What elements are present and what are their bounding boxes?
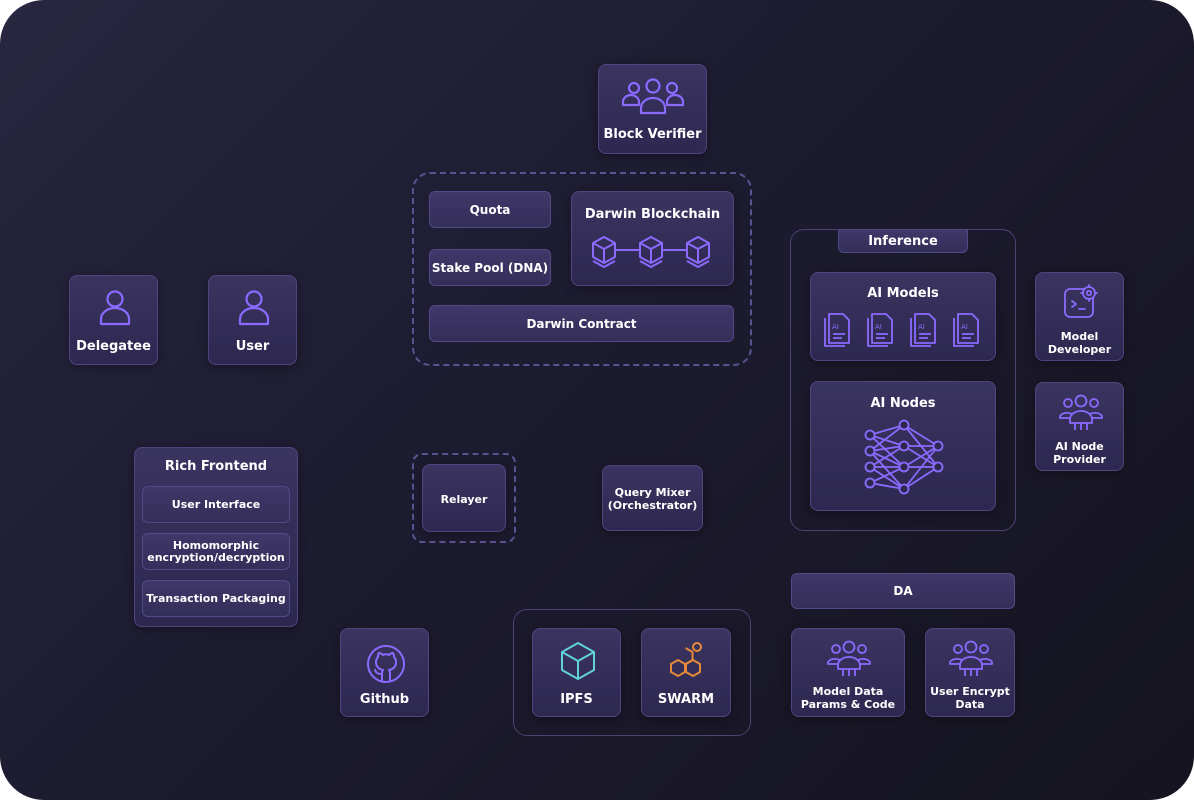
ai-model-doc-icon: AI (951, 309, 983, 347)
user-label: User (235, 339, 270, 354)
stake-pool-box: Stake Pool (DNA) (429, 249, 551, 286)
user-interface-box: User Interface (142, 486, 290, 523)
orchestrator-label: (Orchestrator) (607, 499, 698, 512)
query-mixer-card: Query Mixer (Orchestrator) (602, 465, 703, 531)
github-card: Github (340, 628, 429, 717)
rich-frontend-title: Rich Frontend (164, 459, 268, 474)
model-developer-label: Model (1060, 330, 1099, 343)
ai-model-doc-icon: AI (908, 309, 940, 347)
svg-text:AI: AI (918, 323, 925, 331)
blockchain-cubes-icon (589, 232, 717, 272)
model-data-label-2: Params & Code (800, 698, 896, 711)
ipfs-cube-icon (559, 640, 597, 682)
relayer-card: Relayer (422, 464, 506, 532)
svg-text:AI: AI (961, 323, 968, 331)
user-icon (237, 289, 271, 327)
ai-node-provider-label-2: Provider (1053, 453, 1106, 466)
diagram-canvas: Block Verifier Quota Stake Pool (DNA) Da… (0, 0, 1194, 800)
swarm-hexagons-icon (666, 640, 708, 682)
transaction-packaging-box: Transaction Packaging (142, 580, 290, 617)
user-card: User (208, 275, 297, 365)
swarm-card: SWARM (641, 628, 731, 717)
quota-box: Quota (429, 191, 551, 228)
user-encrypt-data-label-2: Data (955, 698, 985, 711)
user-icon (98, 289, 132, 327)
delegatee-card: Delegatee (69, 275, 158, 365)
svg-text:AI: AI (832, 323, 839, 331)
block-verifier-label: Block Verifier (603, 127, 702, 142)
user-encrypt-data-card: User Encrypt Data (925, 628, 1015, 717)
swarm-label: SWARM (657, 692, 715, 707)
ipfs-label: IPFS (560, 692, 593, 707)
ai-models-label: AI Models (867, 286, 939, 301)
block-verifier-card: Block Verifier (598, 64, 707, 154)
homomorphic-encryption-box: Homomorphic encryption/decryption (142, 533, 290, 570)
ai-nodes-card: AI Nodes (810, 381, 996, 511)
svg-text:AI: AI (875, 323, 882, 331)
ai-model-doc-icon: AI (822, 309, 854, 347)
darwin-contract-box: Darwin Contract (429, 305, 734, 342)
code-settings-icon (1062, 283, 1100, 321)
delegatee-label: Delegatee (76, 339, 151, 354)
model-developer-card: Model Developer (1035, 272, 1124, 361)
group-users-icon (825, 638, 873, 678)
github-label: Github (359, 692, 410, 707)
neural-network-icon (860, 419, 948, 499)
group-users-icon (620, 77, 686, 117)
inference-title: Inference (838, 229, 968, 253)
relayer-label: Relayer (440, 493, 488, 506)
user-encrypt-data-label: User Encrypt (930, 685, 1010, 698)
ipfs-card: IPFS (532, 628, 621, 717)
group-users-icon (947, 638, 995, 678)
da-box: DA (791, 573, 1015, 609)
darwin-blockchain-card: Darwin Blockchain (571, 191, 734, 286)
model-developer-label-2: Developer (1047, 343, 1112, 356)
github-icon (365, 643, 407, 685)
ai-node-provider-label: AI Node (1055, 440, 1104, 453)
query-mixer-label: Query Mixer (614, 486, 691, 499)
model-data-label: Model Data (812, 685, 884, 698)
darwin-blockchain-label: Darwin Blockchain (584, 207, 721, 222)
ai-model-doc-icon: AI (865, 309, 897, 347)
group-users-icon (1057, 392, 1105, 432)
ai-nodes-label: AI Nodes (870, 396, 936, 411)
ai-node-provider-card: AI Node Provider (1035, 382, 1124, 471)
model-data-card: Model Data Params & Code (791, 628, 905, 717)
